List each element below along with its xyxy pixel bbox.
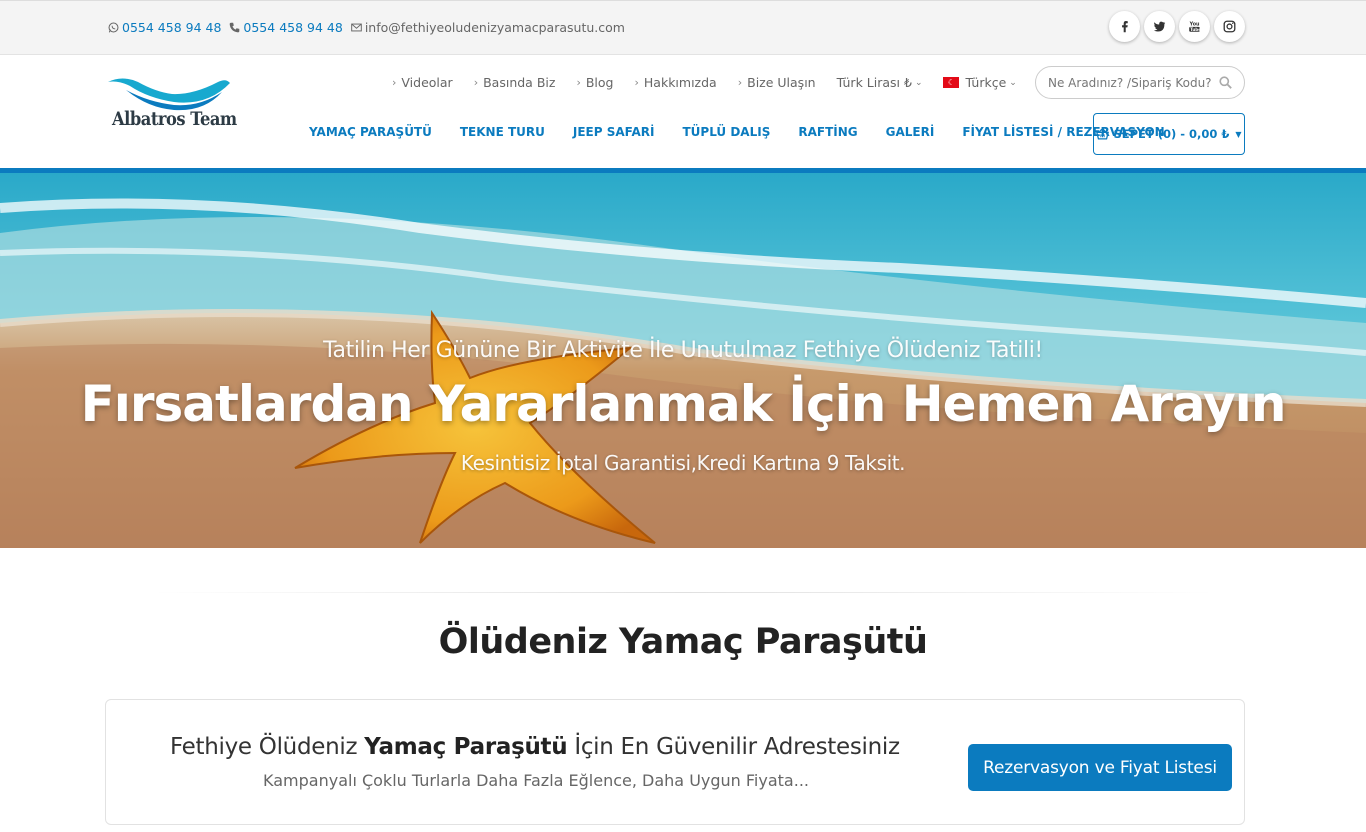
hero-tagline: Kesintisiz İptal Garantisi,Kredi Kartına… [460,451,906,475]
youtube-button[interactable]: You Tube [1179,11,1210,42]
whatsapp-number[interactable]: 0554 458 94 48 [122,20,221,35]
top-bar: 0554 458 94 48 0554 458 94 48 info@fethi… [0,0,1366,55]
email-contact[interactable]: info@fethiyeoludenizyamacparasutu.com [351,20,625,35]
turkey-flag-icon: ☾ [943,77,960,88]
email-address[interactable]: info@fethiyeoludenizyamacparasutu.com [365,20,625,35]
phone-icon [230,22,240,33]
basket-icon [1096,128,1110,140]
chevron-right-icon: › [392,76,397,89]
cta-box: Fethiye Ölüdeniz Yamaç Paraşütü İçin En … [105,699,1245,825]
cta-heading-prefix: Fethiye Ölüdeniz [170,734,365,760]
cta-heading-suffix: İçin En Güvenilir Adrestesiniz [567,734,900,760]
twitter-button[interactable] [1144,11,1175,42]
section-divider [150,592,1216,593]
util-link-press[interactable]: › Basında Biz [474,75,556,90]
util-link-contact[interactable]: › Bize Ulaşın [738,75,816,90]
main-nav: YAMAÇ PARAŞÜTÜ TEKNE TURU JEEP SAFARİ TÜ… [309,125,1193,139]
social-links: You Tube [1109,11,1245,42]
svg-text:Tube: Tube [1190,27,1201,32]
phone-contact[interactable]: 0554 458 94 48 [229,20,343,35]
utility-nav: › Videolar › Basında Biz › Blog › Hakkımızda… [392,75,1038,90]
util-link-videos[interactable]: › Videolar [392,75,453,90]
cta-heading-bold: Yamaç Paraşütü [364,734,568,760]
chevron-right-icon: › [576,76,581,89]
nav-jeep-safari[interactable]: JEEP SAFARİ [573,125,655,139]
currency-dropdown[interactable]: Türk Lirası ₺ ⌄ [837,75,923,90]
contact-info: 0554 458 94 48 0554 458 94 48 info@fethi… [108,20,625,35]
instagram-icon [1223,20,1236,33]
facebook-icon [1122,21,1128,33]
section-title: Ölüdeniz Yamaç Paraşütü [438,622,928,662]
util-link-label: Basında Biz [483,75,556,90]
nav-gallery[interactable]: GALERİ [886,125,935,139]
nav-paragliding[interactable]: YAMAÇ PARAŞÜTÜ [309,125,432,139]
site-header: Albatros Team › Videolar › Basında Biz › Bl… [0,55,1366,168]
chevron-down-icon: ⌄ [1009,77,1017,88]
caret-down-icon: ▼ [1235,129,1242,139]
language-dropdown[interactable]: ☾ Türkçe ⌄ [943,75,1017,90]
envelope-icon [351,23,362,32]
util-link-blog[interactable]: › Blog [576,75,613,90]
util-link-about[interactable]: › Hakkımızda [634,75,716,90]
logo-text[interactable]: Albatros Team [112,108,237,130]
hero-title: Fırsatlardan Yararlanmak İçin Hemen Aray… [80,375,1287,433]
twitter-icon [1153,21,1166,32]
search-box [1035,66,1245,99]
cart-label: SEPET (0) - 0,00 ₺ [1113,127,1230,141]
cta-heading: Fethiye Ölüdeniz Yamaç Paraşütü İçin En … [170,734,900,760]
util-link-label: Bize Ulaşın [747,75,816,90]
phone-number[interactable]: 0554 458 94 48 [243,20,342,35]
hero-banner: Tatilin Her Gününe Bir Aktivite İle Unut… [0,173,1366,548]
chevron-right-icon: › [634,76,639,89]
reservation-button[interactable]: Rezervasyon ve Fiyat Listesi [968,744,1232,791]
language-label: Türkçe [965,75,1007,90]
chevron-right-icon: › [473,76,479,89]
search-input[interactable] [1048,67,1218,98]
util-link-label: Videolar [401,75,453,90]
util-link-label: Hakkımızda [643,75,717,90]
whatsapp-contact[interactable]: 0554 458 94 48 [108,20,221,35]
nav-boat-tour[interactable]: TEKNE TURU [460,125,545,139]
currency-label: Türk Lirası ₺ [836,75,912,90]
youtube-icon: YouTube [1189,22,1201,32]
chevron-down-icon: ⌄ [914,77,923,88]
util-link-label: Blog [585,75,614,90]
whatsapp-icon [108,22,119,33]
nav-scuba-diving[interactable]: TÜPLÜ DALIŞ [682,125,770,139]
nav-rafting[interactable]: RAFTİNG [798,125,857,139]
cart-button[interactable]: SEPET (0) - 0,00 ₺ ▼ [1093,113,1245,155]
cta-subtext: Kampanyalı Çoklu Turlarla Daha Fazla Eğl… [263,771,809,790]
search-icon[interactable] [1219,76,1232,89]
instagram-button[interactable] [1214,11,1245,42]
chevron-right-icon: › [737,76,743,89]
hero-subtitle: Tatilin Her Gününe Bir Aktivite İle Unut… [323,338,1043,363]
facebook-button[interactable] [1109,11,1140,42]
